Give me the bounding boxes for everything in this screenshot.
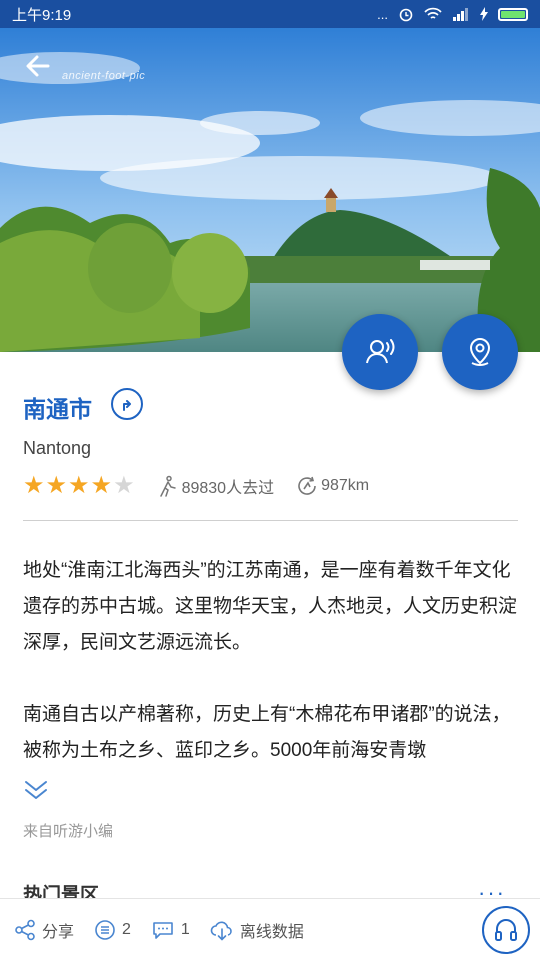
battery-icon [498,7,528,21]
voice-guide-icon [366,339,395,364]
visitors-count: 89830人去过 [181,480,275,497]
status-bar: 上午9:19 ... [0,0,540,28]
description-paragraph: 地处“淮南江北海西头”的江苏南通，是一座有着数千年文化遗存的苏中古城。这里物华天… [23,560,518,653]
distance-icon [298,476,316,495]
star-rating: ★ ★ ★ ★ ★ [23,474,135,498]
share-icon [15,919,35,940]
status-icons: ... [377,6,528,22]
turn-right-icon [123,400,131,411]
headphones-icon [495,919,517,941]
more-dots-indicator: ... [377,6,388,22]
charging-icon [480,7,488,21]
location-button[interactable] [442,314,518,390]
comments-button[interactable]: 2 [94,919,131,941]
divider [23,520,518,521]
watermark: ancient-foot-pic [62,70,146,82]
offline-data-button[interactable]: 离线数据 [210,918,304,942]
distance-value: 987km [321,477,370,494]
star-icon: ★ [45,472,68,499]
description-paragraph: 南通自古以产棉著称，历史上有“木棉花布甲诸郡”的说法，被称为土布之乡、蓝印之乡。… [23,704,511,761]
voice-guide-button[interactable] [342,314,418,390]
city-name-english: Nantong [23,438,92,458]
star-icon: ★ [113,472,135,499]
cloud-download-icon [210,921,232,941]
messages-count: 1 [180,920,190,938]
status-time: 上午9:19 [12,6,72,24]
share-button[interactable]: 分享 [14,918,74,942]
alarm-icon [399,8,413,22]
messages-button[interactable]: 1 [151,919,190,941]
walking-person-icon [159,475,176,497]
star-icon: ★ [90,472,113,499]
share-label: 分享 [42,923,75,941]
star-icon: ★ [68,472,90,499]
stats-row: ★ ★ ★ ★ ★ 89830人去过 987km [23,472,369,500]
star-icon: ★ [23,472,45,499]
audio-guide-button[interactable] [482,906,530,954]
visitors-stat: 89830人去过 [157,474,275,498]
back-arrow-icon[interactable] [20,48,56,84]
source-credit: 来自听游小编 [23,823,114,840]
offline-label: 离线数据 [239,923,304,941]
chat-bubble-icon [153,921,173,939]
city-name: 南通市 [23,396,92,422]
navigate-button[interactable] [111,388,143,420]
signal-icon [453,8,468,21]
list-icon [95,919,115,940]
more-button[interactable]: ··· [478,880,506,898]
map-pin-icon [469,337,491,366]
wifi-icon [424,7,442,19]
distance-stat: 987km [296,475,369,497]
section-title: 热门景区 [23,885,100,898]
bottom-toolbar: 分享 2 1 离线数据 [0,898,540,960]
comments-count: 2 [122,920,131,938]
expand-chevron-icon[interactable] [22,776,50,804]
description: 地处“淮南江北海西头”的江苏南通，是一座有着数千年文化遗存的苏中古城。这里物华天… [23,553,520,769]
